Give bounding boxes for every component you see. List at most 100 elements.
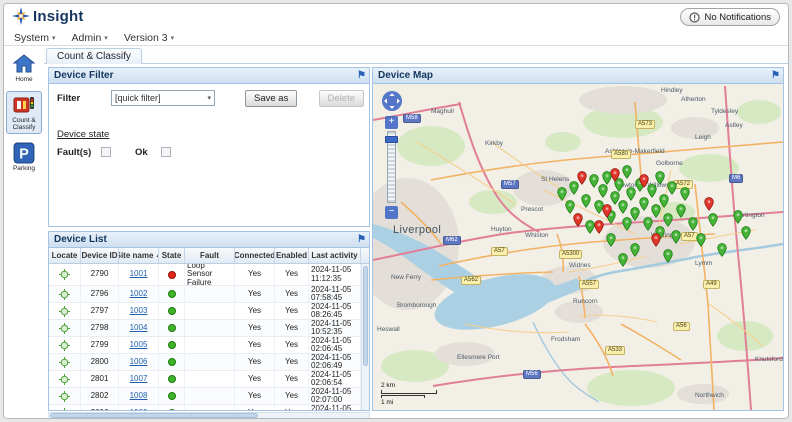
device-marker-fault[interactable] [651, 233, 661, 247]
site-name-link[interactable]: 1005 [130, 341, 148, 350]
sidebar-item-count-classify[interactable]: Count & Classify [6, 91, 42, 134]
device-marker-ok[interactable] [717, 243, 727, 257]
pin-panel-icon[interactable]: ⚑ [357, 69, 366, 82]
enabled-cell: Yes [275, 303, 309, 319]
locate-icon[interactable] [49, 286, 81, 302]
device-marker-ok[interactable] [630, 243, 640, 257]
ok-checkbox[interactable] [161, 147, 171, 157]
delete-button[interactable]: Delete [319, 90, 364, 107]
device-marker-ok[interactable] [618, 200, 628, 214]
menu-version[interactable]: Version 3 ▾ [124, 32, 174, 44]
site-name-link[interactable]: 1002 [130, 290, 148, 299]
device-marker-fault[interactable] [602, 204, 612, 218]
sidebar-item-parking[interactable]: P Parking [6, 139, 42, 175]
device-marker-fault[interactable] [704, 197, 714, 211]
locate-icon[interactable] [49, 405, 81, 410]
locate-icon[interactable] [49, 388, 81, 404]
device-marker-ok[interactable] [733, 210, 743, 224]
col-locate[interactable]: Locate [49, 248, 81, 263]
sidebar-item-home[interactable]: Home [6, 50, 42, 86]
device-id-cell: 2798 [81, 320, 119, 336]
device-marker-ok[interactable] [680, 187, 690, 201]
device-marker-ok[interactable] [581, 194, 591, 208]
faults-checkbox[interactable] [101, 147, 111, 157]
device-marker-ok[interactable] [741, 226, 751, 240]
site-name-link[interactable]: 1004 [130, 324, 148, 333]
save-as-button[interactable]: Save as [245, 90, 297, 107]
device-marker-ok[interactable] [667, 181, 677, 195]
device-marker-ok[interactable] [708, 213, 718, 227]
zoom-in-button[interactable]: + [385, 116, 398, 129]
device-marker-ok[interactable] [618, 253, 628, 267]
device-marker-fault[interactable] [594, 220, 604, 234]
device-marker-ok[interactable] [659, 194, 669, 208]
col-connected[interactable]: Connected [235, 248, 275, 263]
device-marker-fault[interactable] [610, 168, 620, 182]
site-name-link[interactable]: 1007 [130, 375, 148, 384]
state-dot [168, 324, 176, 332]
site-name-link[interactable]: 1003 [130, 307, 148, 316]
pan-arrows-icon [381, 90, 403, 112]
col-site-name[interactable]: Site name ▲ [119, 248, 159, 263]
tab-count-classify[interactable]: Count & Classify [46, 48, 142, 64]
col-fault[interactable]: Fault [185, 248, 235, 263]
pin-panel-icon[interactable]: ⚑ [771, 69, 780, 82]
last-activity-cell: 2024-11-05 10:52:35 [309, 320, 361, 336]
last-activity-cell: 2024-11-05 02:07:05 [309, 405, 361, 410]
device-marker-fault[interactable] [573, 213, 583, 227]
device-marker-ok[interactable] [688, 217, 698, 231]
scrollbar-thumb[interactable] [363, 266, 368, 366]
map-pan-control[interactable] [381, 90, 403, 112]
device-marker-ok[interactable] [663, 249, 673, 263]
top-bar: Insight No Notifications [4, 4, 788, 30]
connected-cell: Yes [235, 337, 275, 353]
locate-icon[interactable] [49, 371, 81, 387]
device-filter-body: Filter [quick filter] ▾ Save as Delete D… [49, 84, 369, 226]
col-state[interactable]: State [159, 248, 185, 263]
site-name-link[interactable]: 1001 [130, 270, 148, 279]
site-name-link[interactable]: 1008 [130, 392, 148, 401]
device-list-vertical-scrollbar[interactable] [361, 264, 369, 410]
device-marker-ok[interactable] [606, 233, 616, 247]
device-list-horizontal-scrollbar[interactable] [48, 412, 370, 419]
device-marker-ok[interactable] [696, 233, 706, 247]
col-device-id[interactable]: Device ID [81, 248, 119, 263]
scrollbar-thumb[interactable] [50, 413, 258, 418]
device-map-panel: Device Map ⚑ [372, 67, 784, 411]
locate-icon[interactable] [49, 354, 81, 370]
fault-cell [185, 388, 235, 404]
device-marker-ok[interactable] [663, 213, 673, 227]
locate-icon[interactable] [49, 264, 81, 285]
device-marker-fault[interactable] [639, 174, 649, 188]
fault-cell: Loop Sensor Failure [185, 264, 235, 285]
notifications-button[interactable]: No Notifications [680, 8, 780, 26]
device-marker-fault[interactable] [577, 171, 587, 185]
svg-text:P: P [19, 147, 29, 163]
device-marker-ok[interactable] [557, 187, 567, 201]
device-marker-ok[interactable] [622, 165, 632, 179]
locate-icon[interactable] [49, 337, 81, 353]
locate-icon[interactable] [49, 303, 81, 319]
scale-km-bar [381, 390, 437, 394]
col-enabled[interactable]: Enabled [275, 248, 309, 263]
zoom-slider-thumb[interactable] [385, 136, 398, 143]
device-marker-ok[interactable] [671, 230, 681, 244]
menu-system[interactable]: System ▾ [14, 32, 56, 44]
quick-filter-select[interactable]: [quick filter] ▾ [111, 90, 215, 106]
menu-version-label: Version 3 [124, 32, 168, 44]
device-marker-ok[interactable] [639, 197, 649, 211]
device-marker-ok[interactable] [655, 171, 665, 185]
table-row: 28001006YesYes2024-11-05 02:06:49 [49, 354, 361, 371]
device-marker-ok[interactable] [598, 184, 608, 198]
site-name-link[interactable]: 1006 [130, 358, 148, 367]
map-canvas[interactable]: LiverpoolMaghullKirkbySt HelensAshton-in… [373, 84, 783, 410]
site-name-link[interactable]: 1009 [130, 409, 148, 410]
device-marker-ok[interactable] [565, 200, 575, 214]
device-marker-ok[interactable] [676, 204, 686, 218]
zoom-out-button[interactable]: − [385, 206, 398, 219]
locate-icon[interactable] [49, 320, 81, 336]
menu-admin[interactable]: Admin ▾ [72, 32, 108, 44]
device-marker-ok[interactable] [643, 217, 653, 231]
col-last-activity[interactable]: Last activity [309, 248, 361, 263]
pin-panel-icon[interactable]: ⚑ [357, 233, 366, 246]
